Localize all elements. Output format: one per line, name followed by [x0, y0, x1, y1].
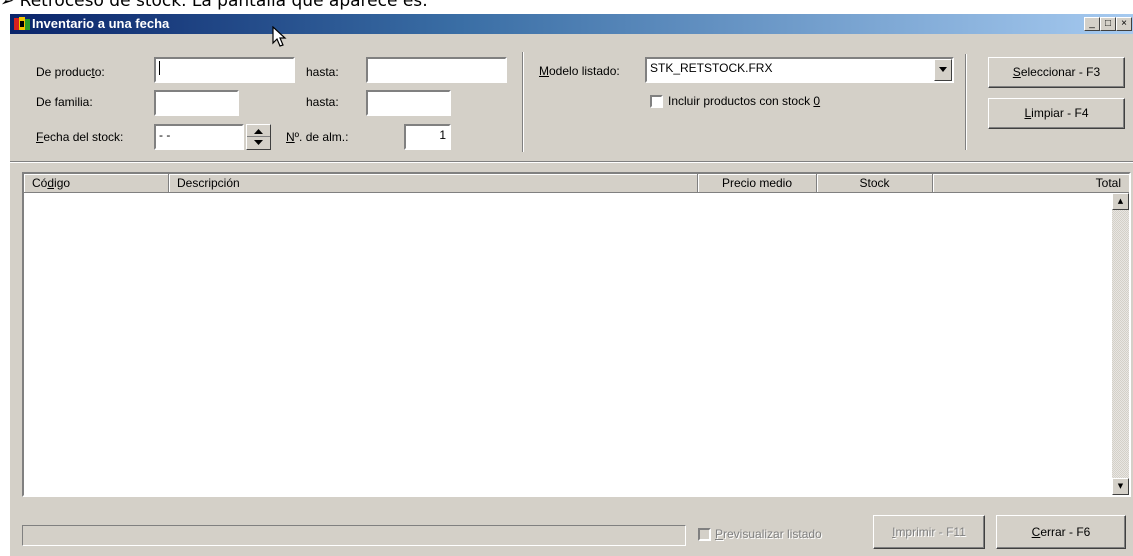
- de-producto-label: De producto:: [36, 65, 105, 79]
- results-table[interactable]: Código Descripción Precio medio Stock To…: [22, 172, 1131, 497]
- status-bar: [22, 525, 686, 546]
- vertical-scrollbar[interactable]: ▲ ▼: [1112, 193, 1129, 495]
- num-alm-label: Nº. de alm.:: [286, 130, 349, 144]
- seleccionar-button[interactable]: Seleccionar - F3: [988, 57, 1125, 88]
- modelo-listado-value: STK_RETSTOCK.FRX: [650, 61, 773, 75]
- scroll-up-arrow-icon[interactable]: ▲: [1112, 193, 1129, 210]
- spinner-up-icon[interactable]: [252, 128, 265, 136]
- hasta-producto-input[interactable]: [366, 57, 507, 83]
- column-header-descripcion[interactable]: Descripción: [169, 174, 698, 193]
- modelo-listado-label: Modelo listado:: [539, 64, 620, 78]
- hasta-familia-input[interactable]: [366, 90, 451, 116]
- fecha-stock-label: Fecha del stock:: [36, 130, 124, 144]
- de-familia-label: De familia:: [36, 95, 93, 109]
- limpiar-button[interactable]: Limpiar - F4: [988, 98, 1125, 129]
- column-header-stock[interactable]: Stock: [817, 174, 933, 193]
- close-button[interactable]: ×: [1116, 17, 1132, 31]
- inventory-window: Inventario a una fecha _ □ × De producto…: [9, 13, 1133, 556]
- text-caret: [159, 61, 160, 75]
- mouse-cursor-icon: [272, 26, 287, 47]
- divider-right: [965, 54, 967, 150]
- include-zero-stock-checkbox[interactable]: [650, 95, 663, 108]
- dropdown-arrow-icon[interactable]: [934, 59, 952, 81]
- column-header-codigo[interactable]: Código: [24, 174, 169, 193]
- title-bar[interactable]: Inventario a una fecha _ □ ×: [10, 14, 1133, 34]
- de-producto-input[interactable]: [154, 57, 295, 83]
- divider-left: [522, 52, 524, 152]
- preview-checkbox: [698, 528, 711, 541]
- num-alm-input[interactable]: 1: [404, 124, 451, 150]
- maximize-button[interactable]: □: [1100, 17, 1116, 31]
- app-icon: [14, 17, 30, 30]
- hasta-familia-label: hasta:: [306, 95, 339, 109]
- spinner-down-icon[interactable]: [252, 138, 265, 146]
- de-familia-input[interactable]: [154, 90, 239, 116]
- imprimir-button: Imprimir - F11: [873, 515, 985, 549]
- hasta-producto-label: hasta:: [306, 65, 339, 79]
- window-title: Inventario a una fecha: [32, 16, 170, 31]
- section-divider: [10, 161, 1133, 163]
- cerrar-button[interactable]: Cerrar - F6: [996, 515, 1126, 549]
- column-header-total[interactable]: Total: [933, 174, 1129, 193]
- include-zero-stock-label: Incluir productos con stock 0: [668, 94, 821, 108]
- scroll-down-arrow-icon[interactable]: ▼: [1112, 478, 1129, 495]
- column-header-precio-medio[interactable]: Precio medio: [698, 174, 817, 193]
- fecha-stock-input[interactable]: - -: [154, 124, 244, 150]
- fecha-spinner[interactable]: [246, 124, 271, 150]
- document-intro-line: ➢ Retroceso de stock. La pantalla que ap…: [0, 0, 428, 11]
- preview-label: Previsualizar listado: [715, 527, 822, 541]
- modelo-listado-select[interactable]: STK_RETSTOCK.FRX: [645, 57, 954, 83]
- minimize-button[interactable]: _: [1084, 17, 1100, 31]
